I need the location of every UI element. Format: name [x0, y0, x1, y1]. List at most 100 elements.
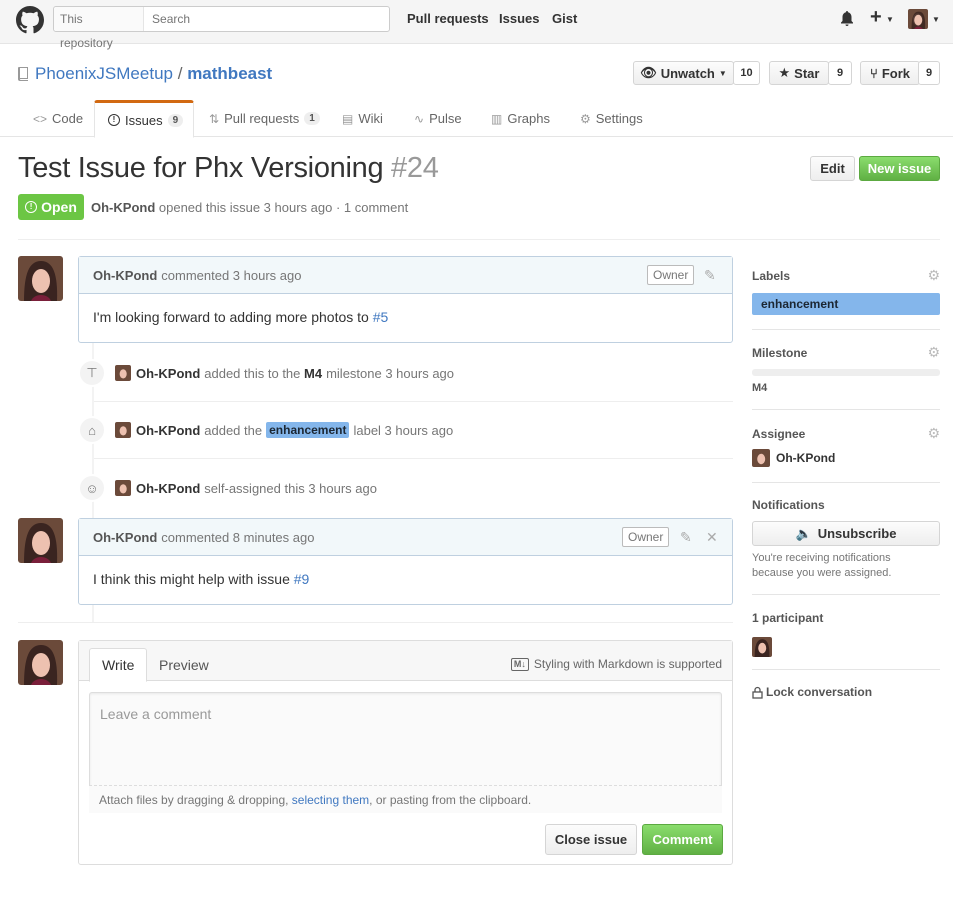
- comment-author[interactable]: Oh-KPond: [93, 268, 157, 283]
- unsubscribe-button[interactable]: 🔈 Unsubscribe: [752, 521, 940, 546]
- edit-button[interactable]: Edit: [810, 156, 855, 181]
- label-tag[interactable]: enhancement: [266, 422, 350, 438]
- assignee-title: Assignee: [752, 427, 806, 441]
- comment-body-text: I'm looking forward to adding more photo…: [93, 309, 373, 325]
- gear-icon[interactable]: ⚙: [927, 344, 940, 361]
- fork-button[interactable]: ⑂ Fork: [860, 61, 920, 85]
- issue-reference-link[interactable]: #9: [294, 571, 310, 587]
- chevron-down-icon[interactable]: ▼: [886, 15, 894, 24]
- milestone-name[interactable]: M4: [752, 382, 940, 394]
- tab-graphs[interactable]: ▥ Graphs: [491, 100, 550, 137]
- comment-box: Oh-KPond commented 8 minutes ago Owner ✎…: [78, 518, 733, 605]
- timeline-event: ⊤ Oh-KPond added this to the M4 mileston…: [78, 355, 733, 391]
- repo-owner-link[interactable]: PhoenixJSMeetup: [35, 64, 173, 83]
- search-box[interactable]: This repository: [53, 6, 390, 50]
- watch-count[interactable]: 10: [733, 61, 760, 85]
- event-actor[interactable]: Oh-KPond: [136, 366, 200, 381]
- labels-section: Labels ⚙: [752, 267, 940, 284]
- composer-avatar[interactable]: [18, 640, 63, 685]
- comment-time[interactable]: commented 8 minutes ago: [161, 530, 314, 545]
- event-avatar[interactable]: [115, 422, 131, 438]
- issue-state-label: Open: [41, 199, 77, 215]
- timeline-divider: [18, 622, 733, 623]
- comment-time[interactable]: commented 3 hours ago: [161, 268, 301, 283]
- pull-requests-count: 1: [304, 112, 320, 125]
- repo-name-link[interactable]: mathbeast: [187, 64, 272, 83]
- unwatch-button[interactable]: 👁 Unwatch ▼: [633, 61, 734, 85]
- star-button[interactable]: ★ Star: [769, 61, 829, 85]
- comment-avatar[interactable]: [18, 518, 63, 563]
- tab-wiki-label: Wiki: [358, 111, 383, 126]
- comment-body-text: I think this might help with issue: [93, 571, 294, 587]
- tab-settings[interactable]: ⚙ Settings: [580, 100, 643, 137]
- unsubscribe-label: Unsubscribe: [817, 526, 897, 541]
- nav-gist[interactable]: Gist: [552, 11, 577, 26]
- notifications-note-line: You're receiving notifications: [752, 552, 891, 564]
- pull-request-icon: ⇅: [209, 111, 220, 126]
- pencil-icon[interactable]: ✎: [680, 529, 692, 546]
- comment-header: Oh-KPond commented 3 hours ago Owner ✎: [79, 257, 732, 294]
- bell-icon[interactable]: [839, 10, 855, 27]
- search-input[interactable]: [144, 8, 389, 30]
- sidebar-divider: [752, 329, 940, 330]
- tab-code-label: Code: [52, 111, 84, 126]
- nav-pull-requests[interactable]: Pull requests: [407, 11, 489, 26]
- owner-badge: Owner: [647, 265, 695, 285]
- gear-icon[interactable]: ⚙: [927, 267, 940, 284]
- lock-conversation-link[interactable]: Lock conversation: [752, 685, 940, 699]
- sidebar-divider: [752, 669, 940, 670]
- event-divider: [94, 401, 733, 402]
- event-avatar[interactable]: [115, 365, 131, 381]
- gear-icon[interactable]: ⚙: [927, 425, 940, 442]
- comment-button[interactable]: Comment: [642, 824, 723, 855]
- tab-code[interactable]: <> Code: [33, 100, 83, 137]
- assignee-row[interactable]: Oh-KPond: [752, 449, 940, 467]
- tab-pulse-label: Pulse: [429, 111, 462, 126]
- milestone-progress-bar: [752, 369, 940, 376]
- pencil-icon[interactable]: ✎: [704, 267, 716, 284]
- composer-tabs: Write Preview M↓ Styling with Markdown i…: [79, 641, 732, 682]
- comment-header: Oh-KPond commented 8 minutes ago Owner ✎…: [79, 519, 732, 556]
- participant-avatar[interactable]: [752, 637, 772, 657]
- search-scope: This repository: [54, 7, 145, 50]
- star-count[interactable]: 9: [828, 61, 852, 85]
- write-tab[interactable]: Write: [89, 648, 148, 682]
- event-actor[interactable]: Oh-KPond: [136, 481, 200, 496]
- comment-avatar[interactable]: [18, 256, 63, 301]
- event-avatar[interactable]: [115, 480, 131, 496]
- tab-graphs-label: Graphs: [507, 111, 550, 126]
- new-issue-button[interactable]: New issue: [859, 156, 940, 181]
- github-logo-icon[interactable]: [16, 6, 44, 34]
- repo-icon: [18, 67, 28, 81]
- mute-icon: 🔈: [795, 525, 812, 541]
- issues-count: 9: [167, 113, 184, 127]
- fork-count[interactable]: 9: [918, 61, 940, 85]
- tab-issues[interactable]: ! Issues 9: [94, 100, 194, 138]
- comment-author[interactable]: Oh-KPond: [93, 530, 157, 545]
- close-issue-button[interactable]: Close issue: [545, 824, 637, 855]
- user-avatar[interactable]: [908, 9, 928, 29]
- issue-reference-link[interactable]: #5: [373, 309, 389, 325]
- issue-author[interactable]: Oh-KPond: [91, 200, 155, 215]
- event-actor[interactable]: Oh-KPond: [136, 423, 200, 438]
- chevron-down-icon[interactable]: ▼: [932, 15, 940, 24]
- select-files-link[interactable]: selecting them: [292, 793, 369, 807]
- close-icon[interactable]: ✕: [706, 529, 718, 546]
- timeline-event: ☺ Oh-KPond self-assigned this 3 hours ag…: [78, 470, 733, 506]
- eye-icon: 👁: [640, 65, 657, 80]
- assignee-section: Assignee ⚙: [752, 425, 940, 442]
- tag-icon: ⌂: [78, 416, 106, 444]
- sidebar-label[interactable]: enhancement: [752, 293, 940, 315]
- nav-issues[interactable]: Issues: [499, 11, 539, 26]
- markdown-note[interactable]: M↓ Styling with Markdown is supported: [510, 657, 722, 671]
- tab-wiki[interactable]: ▤ Wiki: [342, 100, 383, 137]
- issue-title-text: Test Issue for Phx Versioning: [18, 152, 384, 184]
- timeline-event: ⌂ Oh-KPond added the enhancement label 3…: [78, 412, 733, 448]
- milestone-link[interactable]: M4: [304, 366, 322, 381]
- milestone-section: Milestone ⚙: [752, 344, 940, 361]
- issue-title: Test Issue for Phx Versioning #24: [18, 152, 439, 185]
- preview-tab[interactable]: Preview: [147, 648, 221, 682]
- tab-pulse[interactable]: ∿ Pulse: [414, 100, 462, 137]
- plus-icon[interactable]: +: [870, 6, 882, 29]
- tab-pull-requests[interactable]: ⇅ Pull requests 1: [209, 100, 320, 137]
